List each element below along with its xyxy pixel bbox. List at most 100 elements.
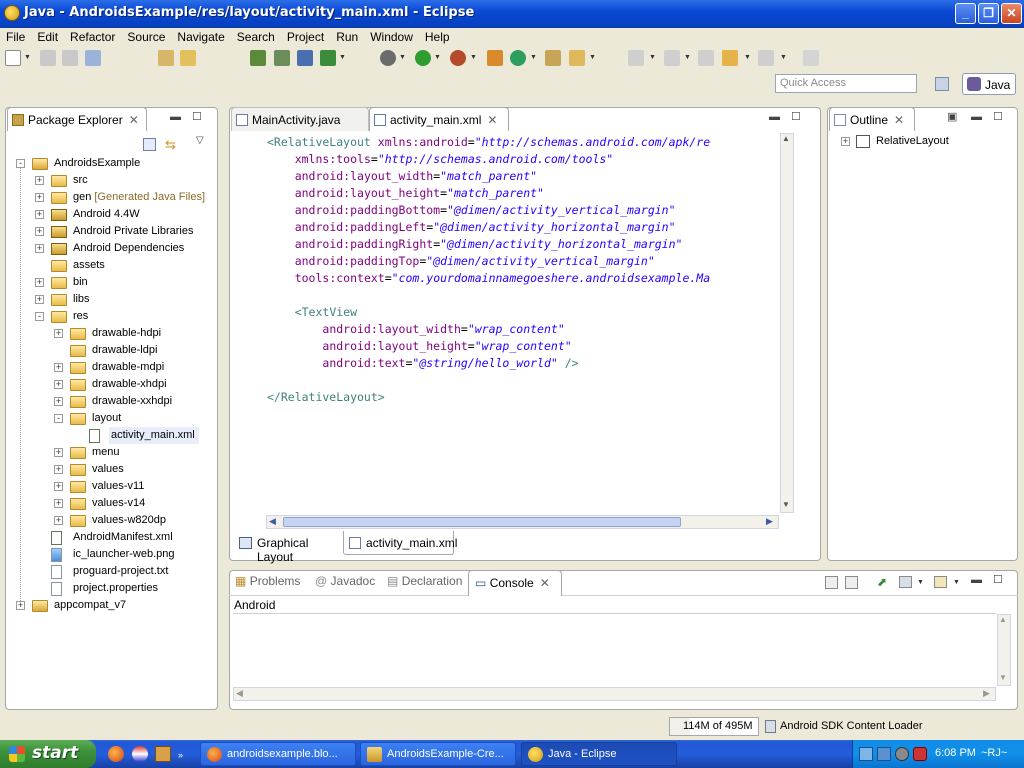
previous-annotation-dropdown-icon[interactable]: ▼ (684, 54, 691, 61)
expand-icon[interactable]: + (54, 329, 63, 338)
expand-icon[interactable]: + (35, 210, 44, 219)
new-android-project-icon[interactable] (274, 50, 290, 66)
close-icon[interactable]: ✕ (129, 113, 139, 127)
forward-dropdown-icon[interactable]: ▼ (780, 54, 787, 61)
tree-item[interactable]: assets (14, 257, 214, 274)
tree-item[interactable]: + gen [Generated Java Files] (14, 189, 214, 206)
tab-mainactivity-java[interactable]: MainActivity.java (231, 107, 369, 131)
minimize-view-icon[interactable]: ▬ (971, 111, 982, 123)
expand-icon[interactable]: + (54, 448, 63, 457)
save-all-icon[interactable] (62, 50, 78, 66)
menu-navigate[interactable]: Navigate (171, 28, 230, 46)
media-quicklaunch-icon[interactable] (132, 746, 148, 762)
editor-horizontal-scrollbar[interactable]: ◀ ▶ (266, 515, 779, 529)
tree-item[interactable]: - res (14, 308, 214, 325)
tree-item[interactable]: + drawable-xhdpi (14, 376, 214, 393)
expand-icon[interactable]: + (54, 465, 63, 474)
start-button[interactable]: start (0, 740, 96, 768)
scroll-lock-icon[interactable] (845, 576, 858, 589)
collapse-icon[interactable]: - (16, 159, 25, 168)
expand-icon[interactable]: + (54, 397, 63, 406)
print-icon[interactable] (85, 50, 101, 66)
tree-item[interactable]: + Android Private Libraries (14, 223, 214, 240)
tab-problems[interactable]: ▦ Problems (235, 574, 300, 588)
new-icon[interactable] (5, 50, 21, 66)
collapse-icon[interactable]: - (35, 312, 44, 321)
previous-annotation-icon[interactable] (664, 50, 680, 66)
close-icon[interactable]: ✕ (487, 113, 497, 127)
taskbar-item-notepad[interactable]: AndroidsExample-Cre... (360, 742, 516, 766)
open-type-icon[interactable] (545, 50, 561, 66)
sdk-manager-icon[interactable] (158, 50, 174, 66)
avd-manager-icon[interactable] (180, 50, 196, 66)
menu-search[interactable]: Search (231, 28, 281, 46)
run-android-lint-icon[interactable] (250, 50, 266, 66)
new-android-xml-icon[interactable] (297, 50, 313, 66)
title-bar[interactable]: Java - AndroidsExample/res/layout/activi… (0, 0, 1024, 28)
search-dropdown-icon[interactable]: ▼ (589, 54, 596, 61)
tree-item[interactable]: + Android 4.4W (14, 206, 214, 223)
tree-item[interactable]: + drawable-hdpi (14, 325, 214, 342)
new-java-package-icon[interactable] (487, 50, 503, 66)
xml-source-editor[interactable]: <RelativeLayout xmlns:android="http://sc… (267, 134, 779, 512)
network-icon[interactable] (859, 747, 873, 761)
collapse-all-icon[interactable] (143, 138, 156, 151)
tree-item[interactable]: - layout (14, 410, 214, 427)
taskbar-item-eclipse[interactable]: Java - Eclipse (521, 742, 677, 766)
menu-refactor[interactable]: Refactor (64, 28, 121, 46)
save-icon[interactable] (40, 50, 56, 66)
tab-console[interactable]: ▭ Console ✕ (468, 570, 562, 596)
tree-item[interactable]: activity_main.xml (14, 427, 214, 444)
tree-item[interactable]: + values-v11 (14, 478, 214, 495)
debug-icon[interactable] (380, 50, 396, 66)
tree-item[interactable]: + appcompat_v7 (14, 597, 214, 614)
close-icon[interactable]: ✕ (540, 576, 550, 590)
debug-dropdown-icon[interactable]: ▼ (399, 54, 406, 61)
tree-item[interactable]: - AndroidsExample (14, 155, 214, 172)
tree-item[interactable]: + drawable-xxhdpi (14, 393, 214, 410)
minimize-view-icon[interactable]: ▬ (971, 574, 982, 586)
test-dropdown-icon[interactable]: ▼ (339, 54, 346, 61)
tab-xml-source[interactable]: activity_main.xml (343, 531, 457, 555)
collapse-icon[interactable]: - (54, 414, 63, 423)
display-console-dropdown-icon[interactable]: ▼ (917, 579, 924, 586)
tab-graphical-layout[interactable]: Graphical Layout (233, 533, 341, 564)
tree-item[interactable]: ic_launcher-web.png (14, 546, 214, 563)
pin-console-icon[interactable]: ⬈ (877, 575, 887, 589)
open-console-icon[interactable] (934, 576, 947, 588)
tab-outline[interactable]: Outline ✕ (829, 107, 915, 131)
new-java-class-icon[interactable] (510, 50, 526, 66)
run-icon[interactable] (415, 50, 431, 66)
scroll-up-icon[interactable]: ▲ (999, 615, 1007, 624)
menu-run[interactable]: Run (330, 28, 364, 46)
expand-icon[interactable]: + (35, 227, 44, 236)
tree-item[interactable]: AndroidManifest.xml (14, 529, 214, 546)
minimize-button[interactable]: _ (955, 3, 976, 24)
link-with-editor-icon[interactable]: ⇆ (165, 137, 176, 153)
quick-access-input[interactable]: Quick Access (775, 74, 917, 93)
menu-edit[interactable]: Edit (31, 28, 64, 46)
expand-icon[interactable]: + (841, 137, 850, 146)
clear-console-icon[interactable] (825, 576, 838, 589)
volume-icon[interactable] (895, 747, 909, 761)
expand-icon[interactable]: + (54, 499, 63, 508)
maximize-view-icon[interactable]: ☐ (993, 110, 1003, 123)
menu-source[interactable]: Source (121, 28, 171, 46)
close-button[interactable]: ✕ (1001, 3, 1022, 24)
taskbar-item-browser[interactable]: androidsexample.blo... (200, 742, 356, 766)
open-perspective-icon[interactable] (935, 77, 949, 91)
tree-item[interactable]: project.properties (14, 580, 214, 597)
xampp-quicklaunch-icon[interactable] (155, 746, 171, 762)
tab-package-explorer[interactable]: Package Explorer ✕ (7, 107, 147, 131)
java-perspective-button[interactable]: Java (962, 73, 1016, 95)
new-dropdown-icon[interactable]: ▼ (24, 54, 31, 61)
firefox-quicklaunch-icon[interactable] (108, 746, 124, 762)
editor-vertical-scrollbar[interactable]: ▲ ▼ (780, 133, 794, 513)
scroll-down-icon[interactable]: ▼ (782, 500, 790, 509)
display-console-icon[interactable] (899, 576, 912, 588)
outline-toolbar-icon[interactable]: ▣ (947, 110, 957, 123)
next-annotation-icon[interactable] (628, 50, 644, 66)
new-class-dropdown-icon[interactable]: ▼ (530, 54, 537, 61)
expand-icon[interactable]: + (54, 363, 63, 372)
expand-icon[interactable]: + (35, 193, 44, 202)
